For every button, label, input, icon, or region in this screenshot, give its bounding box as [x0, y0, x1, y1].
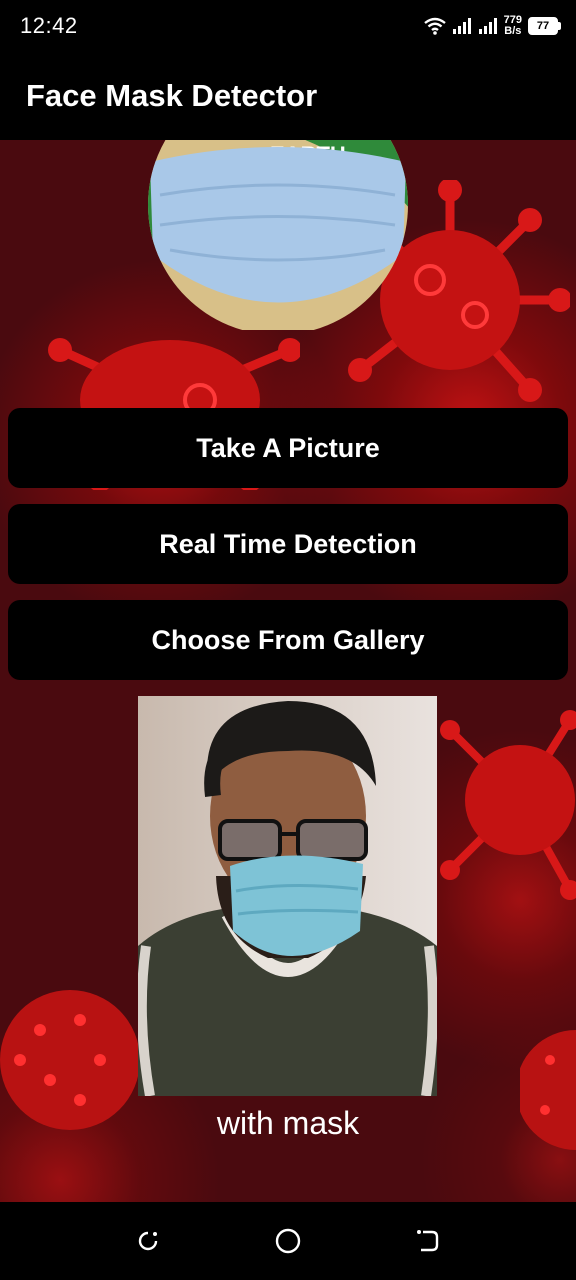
choose-from-gallery-button[interactable]: Choose From Gallery — [8, 600, 568, 680]
status-bar: 12:42 779 B/s 77 — [0, 0, 576, 52]
status-icons: 779 B/s 77 — [423, 12, 561, 40]
recents-icon[interactable] — [135, 1228, 161, 1254]
signal-icon — [478, 18, 497, 34]
virus-background-icon — [440, 710, 576, 900]
virus-background-icon — [520, 1030, 576, 1150]
battery-icon: 77 — [528, 17, 561, 35]
take-picture-button[interactable]: Take A Picture — [8, 408, 568, 488]
network-speed-unit: B/s — [504, 25, 522, 37]
detection-result-label: with mask — [216, 1105, 360, 1141]
face-mask-logo-icon: EARTH — [148, 140, 408, 330]
back-icon[interactable] — [415, 1228, 441, 1254]
app-bar: Face Mask Detector — [0, 52, 576, 140]
wifi-icon — [423, 17, 446, 35]
network-speed: 779 B/s — [504, 15, 522, 37]
home-icon[interactable] — [275, 1228, 301, 1254]
status-time: 12:42 — [20, 13, 78, 38]
main-content: EARTH Take A Picture Real Time Detection… — [0, 140, 576, 1202]
navigation-bar — [0, 1202, 576, 1280]
person-photo-image — [138, 701, 437, 1096]
app-title: Face Mask Detector — [26, 78, 318, 113]
signal-icon — [452, 18, 471, 34]
detected-photo — [138, 696, 437, 1096]
real-time-detection-button[interactable]: Real Time Detection — [8, 504, 568, 584]
